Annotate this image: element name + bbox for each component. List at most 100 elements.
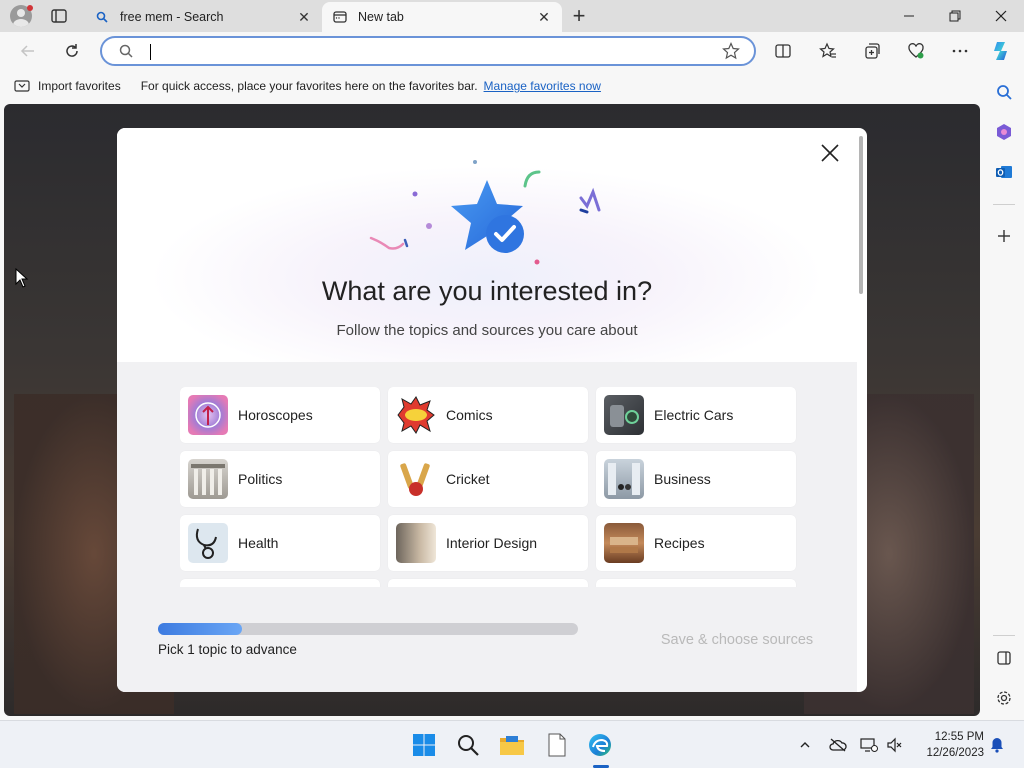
split-screen-icon[interactable] [773, 41, 793, 61]
topic-label: Cricket [446, 471, 490, 487]
tab-search[interactable]: free mem - Search ✕ [84, 2, 322, 32]
clock-time: 12:55 PM [934, 731, 984, 743]
copilot-apps-icon[interactable] [994, 122, 1014, 142]
topic-label: Recipes [654, 535, 705, 551]
tab-actions-icon[interactable] [50, 7, 68, 25]
topic-electric-cars[interactable]: Electric Cars [596, 387, 796, 443]
manage-favorites-link[interactable]: Manage favorites now [484, 79, 601, 93]
horoscope-icon [188, 395, 228, 435]
progress-bar [158, 623, 578, 635]
system-clock[interactable]: 12:55 PM 12/26/2023 [914, 729, 984, 761]
search-icon[interactable] [994, 82, 1014, 102]
topic-label: Electric Cars [654, 407, 734, 423]
import-icon [14, 79, 30, 93]
volume-muted-icon[interactable] [886, 736, 904, 754]
topic-label: Comics [446, 407, 493, 423]
tab-title: New tab [358, 10, 404, 24]
star-checkmark-icon [447, 178, 527, 258]
topic-label: Politics [238, 471, 283, 487]
copilot-icon[interactable] [990, 39, 1014, 63]
add-icon[interactable] [994, 226, 1014, 246]
favorite-star-icon[interactable] [722, 42, 740, 65]
collections-icon[interactable] [862, 41, 882, 61]
windows-taskbar: 12:55 PM 12/26/2023 [0, 720, 1024, 768]
close-dialog-icon[interactable] [819, 142, 841, 164]
outlook-icon[interactable] [994, 162, 1014, 182]
dialog-subtitle: Follow the topics and sources you care a… [336, 322, 638, 339]
navigation-toolbar [0, 32, 1024, 70]
close-tab-icon[interactable]: ✕ [296, 9, 312, 25]
recipes-icon [604, 523, 644, 563]
dialog-scrollbar[interactable] [859, 136, 863, 294]
interior-design-icon [396, 523, 436, 563]
interests-dialog: What are you interested in? Follow the t… [117, 128, 867, 692]
sidebar-divider [993, 204, 1015, 205]
address-input[interactable] [144, 42, 704, 62]
topic-comics[interactable]: Comics [388, 387, 588, 443]
chevron-up-icon[interactable] [796, 736, 814, 754]
search-icon [118, 43, 134, 64]
settings-gear-icon[interactable] [994, 688, 1014, 708]
tab-new-tab[interactable]: New tab ✕ [322, 2, 562, 32]
edge-browser-icon[interactable] [587, 732, 613, 758]
search-icon [94, 9, 110, 25]
browser-essentials-icon[interactable] [906, 41, 926, 61]
dialog-header: What are you interested in? Follow the t… [117, 128, 857, 362]
favorites-icon[interactable] [818, 41, 838, 61]
tab-strip: free mem - Search ✕ New tab ✕ + [0, 0, 1024, 32]
topic-label: Interior Design [446, 535, 538, 551]
progress-bar-fill [158, 623, 242, 635]
topic-label: Horoscopes [238, 407, 313, 423]
new-tab-page-icon [332, 9, 348, 25]
windows-start-icon[interactable] [411, 732, 437, 758]
electric-cars-icon [604, 395, 644, 435]
save-and-choose-sources-button[interactable]: Save & choose sources [637, 632, 837, 652]
topic-politics[interactable]: Politics [180, 451, 380, 507]
import-favorites-label: Import favorites [38, 79, 121, 93]
file-explorer-icon[interactable] [499, 732, 525, 758]
notepad-icon[interactable] [544, 732, 570, 758]
dialog-title: What are you interested in? [321, 276, 653, 306]
topic-card-partial[interactable] [180, 579, 380, 587]
topic-label: Business [654, 471, 711, 487]
topic-business[interactable]: Business [596, 451, 796, 507]
topics-grid: Horoscopes Comics Electric Cars Politics [180, 387, 800, 587]
close-tab-icon[interactable]: ✕ [536, 9, 552, 25]
topic-card-partial[interactable] [596, 579, 796, 587]
comics-icon [396, 395, 436, 435]
favorites-bar: Import favorites For quick access, place… [0, 70, 985, 102]
new-tab-button[interactable]: + [568, 3, 590, 28]
topic-horoscopes[interactable]: Horoscopes [180, 387, 380, 443]
close-window-icon[interactable] [978, 0, 1024, 32]
topic-interior-design[interactable]: Interior Design [388, 515, 588, 571]
more-options-icon[interactable] [950, 41, 970, 61]
tab-title: free mem - Search [120, 10, 224, 24]
topic-card-partial[interactable] [388, 579, 588, 587]
sidebar-divider [993, 635, 1015, 636]
cricket-icon [396, 459, 436, 499]
favorites-bar-message: For quick access, place your favorites h… [140, 79, 478, 93]
back-icon[interactable] [18, 41, 38, 61]
address-bar[interactable] [100, 36, 756, 66]
restore-icon[interactable] [932, 0, 978, 32]
network-icon[interactable] [860, 736, 878, 754]
edge-sidebar [985, 70, 1024, 720]
minimize-icon[interactable] [886, 0, 932, 32]
topic-cricket[interactable]: Cricket [388, 451, 588, 507]
politics-icon [188, 459, 228, 499]
health-icon [188, 523, 228, 563]
onedrive-offline-icon[interactable] [829, 736, 847, 754]
business-icon [604, 459, 644, 499]
mouse-cursor-icon [15, 268, 29, 288]
text-caret [150, 44, 151, 60]
notification-bell-icon[interactable] [988, 736, 1006, 754]
hide-sidebar-icon[interactable] [994, 648, 1014, 668]
topics-area: Horoscopes Comics Electric Cars Politics [117, 362, 857, 692]
refresh-icon[interactable] [62, 41, 82, 61]
import-favorites-button[interactable]: Import favorites [14, 79, 121, 93]
topic-recipes[interactable]: Recipes [596, 515, 796, 571]
search-icon[interactable] [455, 732, 481, 758]
clock-date: 12/26/2023 [926, 747, 984, 759]
topic-health[interactable]: Health [180, 515, 380, 571]
progress-label: Pick 1 topic to advance [158, 642, 297, 657]
